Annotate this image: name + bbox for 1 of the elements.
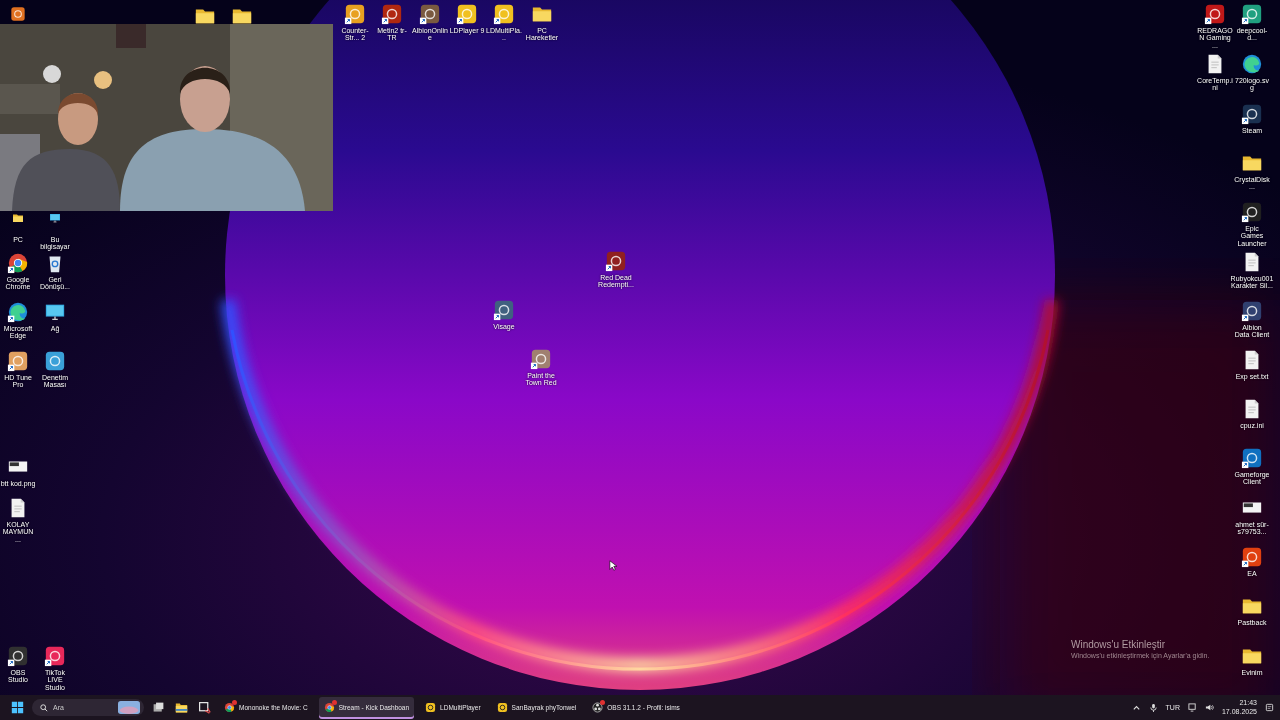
activation-title: Windows'u Etkinleştir — [1071, 639, 1167, 650]
